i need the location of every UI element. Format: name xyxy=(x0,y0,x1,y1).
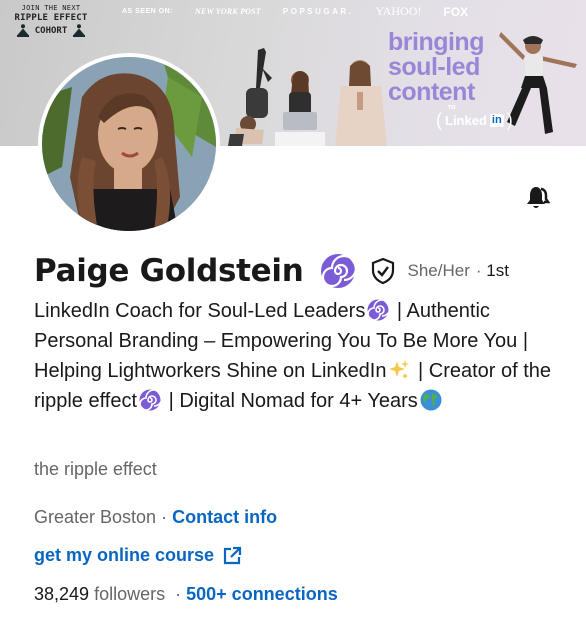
profile-photo xyxy=(42,57,216,231)
website-link[interactable]: get my online course xyxy=(34,545,214,566)
location-row: Greater Boston · Contact info xyxy=(34,507,278,527)
cohort-line-3: COHORT xyxy=(34,25,68,36)
external-link-icon[interactable] xyxy=(222,546,242,566)
profile-card: JOIN THE NEXT RIPPLE EFFECT COHORT AS SE… xyxy=(0,0,586,619)
linkedin-wordmark: Linked xyxy=(445,113,487,128)
globe-emoji-icon xyxy=(420,389,442,411)
headline-part-4: | Digital Nomad for 4+ Years xyxy=(163,390,418,412)
spiral-emoji-icon xyxy=(367,299,390,321)
press-logo-nypost: NEW YORK POST xyxy=(195,7,261,16)
sparkles-emoji-icon xyxy=(389,360,410,379)
linkedin-in-logo: in xyxy=(489,114,504,127)
website-row: get my online course xyxy=(34,545,242,566)
connections-link[interactable]: 500+ connections xyxy=(186,584,338,604)
press-logo-fox: FOX xyxy=(443,4,469,19)
cohort-promo: JOIN THE NEXT RIPPLE EFFECT COHORT xyxy=(6,4,96,37)
namaste-figure xyxy=(335,60,387,146)
meditation-icon xyxy=(16,24,29,37)
press-logo-popsugar: POPSUGAR. xyxy=(282,7,354,16)
followers-label: followers xyxy=(94,584,166,604)
connection-degree: · 1st xyxy=(475,261,509,280)
pronouns: She/Her xyxy=(407,261,470,280)
degree-label: 1st xyxy=(486,261,509,280)
name-row: Paige Goldstein She/Her · 1st xyxy=(34,253,509,289)
to-label: TO xyxy=(448,105,456,111)
banner-headline-line-2: soul-led xyxy=(388,53,480,81)
current-company: the ripple effect xyxy=(34,459,157,479)
press-logos: AS SEEN ON: NEW YORK POST POPSUGAR. YAHO… xyxy=(122,4,468,19)
profile-headline: LinkedIn Coach for Soul-Led Leaders | Au… xyxy=(34,296,564,416)
as-seen-on-label: AS SEEN ON: xyxy=(122,8,174,15)
press-logo-yahoo: YAHOO! xyxy=(375,4,422,18)
profile-name: Paige Goldstein xyxy=(34,253,304,289)
spiral-emoji-icon xyxy=(320,254,356,288)
linkedin-banner-badge: ( TO Linked in ) xyxy=(436,105,513,130)
cohort-line-1: JOIN THE NEXT xyxy=(21,4,81,12)
cohort-line-2: RIPPLE EFFECT xyxy=(14,13,88,23)
network-stats: 38,249 followers · 500+ connections xyxy=(34,584,338,604)
contact-info-link[interactable]: Contact info xyxy=(172,507,277,527)
notification-bell-icon[interactable] xyxy=(522,183,554,215)
yoga-pose-figure xyxy=(228,48,272,146)
meditation-icon xyxy=(73,24,86,37)
banner-headline: bringing soul-led content xyxy=(388,30,518,105)
verified-shield-icon[interactable] xyxy=(370,258,396,284)
spiral-emoji-icon xyxy=(139,389,162,411)
laptop-figure xyxy=(275,71,325,146)
location: Greater Boston xyxy=(34,507,157,527)
headline-part-1: LinkedIn Coach for Soul-Led Leaders xyxy=(34,300,366,322)
avatar[interactable] xyxy=(38,53,220,235)
banner-headline-line-3: content xyxy=(388,78,475,106)
banner-headline-line-1: bringing xyxy=(388,28,484,56)
followers-count: 38,249 xyxy=(34,584,90,604)
